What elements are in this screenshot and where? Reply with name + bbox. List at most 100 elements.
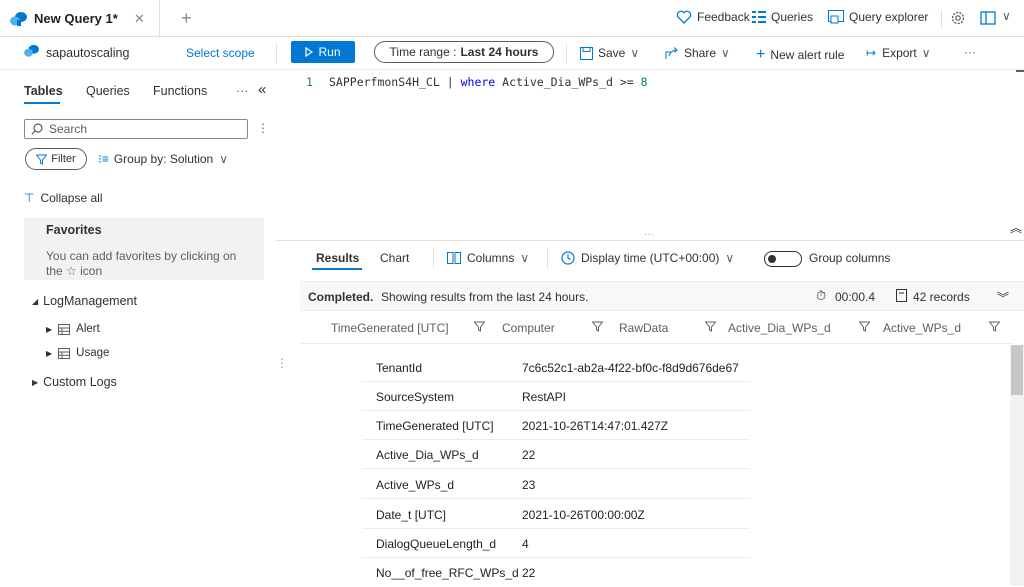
display-time-label: Display time (UTC+00:00) (581, 251, 720, 265)
expand-status-icon[interactable]: ︾ (997, 289, 1009, 306)
alert-label: Alert (76, 323, 100, 335)
group-by-button[interactable]: ⁝≡ Group by: Solution ∨ (98, 152, 228, 166)
group-columns-toggle[interactable] (764, 251, 802, 267)
filter-label: Filter (51, 153, 76, 165)
group-columns-label: Group columns (809, 251, 891, 265)
display-time-chevron-down-icon: ∨ (725, 251, 735, 265)
run-button[interactable]: Run (291, 41, 355, 63)
query-explorer-label: Query explorer (849, 10, 929, 24)
share-chevron-down-icon: ∨ (721, 46, 730, 60)
collapse-pane-icon[interactable]: « (258, 81, 266, 98)
feedback-label: Feedback (697, 10, 750, 24)
save-button[interactable]: Save ∨ (580, 46, 639, 60)
filter-icon[interactable] (592, 321, 603, 332)
table-icon (58, 323, 71, 335)
new-alert-rule-button[interactable]: + New alert rule (756, 46, 844, 64)
log-analytics-icon (10, 11, 28, 27)
save-chevron-down-icon: ∨ (630, 46, 640, 60)
filter-icon[interactable] (859, 321, 870, 332)
queries-label: Queries (771, 10, 814, 24)
queries-button[interactable]: Queries (752, 10, 813, 24)
filter-icon[interactable] (989, 321, 1000, 332)
tab-chart[interactable]: Chart (380, 251, 409, 265)
time-range-value: Last 24 hours (460, 45, 539, 59)
layout-chevron-down-icon[interactable]: ∨ (1002, 9, 1011, 23)
tab-results[interactable]: Results (316, 251, 359, 265)
settings-gear-icon[interactable] (950, 10, 966, 26)
share-button[interactable]: Share ∨ (665, 46, 730, 60)
share-icon (665, 46, 684, 60)
detail-row: Active_Dia_WPs_d 22 (362, 440, 750, 469)
divider (276, 44, 277, 64)
save-label: Save (598, 46, 626, 60)
tree-item-usage[interactable]: ▶ Usage (46, 347, 109, 359)
query-tab[interactable]: New Query 1* ✕ (0, 0, 160, 37)
search-options-icon[interactable]: ⋮ (257, 121, 269, 135)
run-label: Run (318, 45, 341, 59)
more-options-icon[interactable]: ··· (964, 45, 976, 59)
search-input[interactable]: Search (24, 119, 248, 139)
column-header-timegenerated[interactable]: TimeGenerated [UTC] (331, 321, 449, 335)
column-header-rawdata[interactable]: RawData (619, 321, 668, 335)
detail-key: TenantId (376, 361, 423, 375)
layout-icon[interactable] (980, 10, 996, 26)
tab-functions[interactable]: Functions (153, 84, 207, 98)
column-header-active-wps[interactable]: Active_WPs_d (883, 321, 961, 335)
more-tabs-icon[interactable]: ··· (236, 84, 249, 98)
filter-button[interactable]: Filter (25, 148, 87, 170)
collapse-all-button[interactable]: ⊤ Collapse all (24, 191, 103, 205)
select-scope-link[interactable]: Select scope (186, 46, 255, 60)
table-icon (58, 347, 71, 359)
detail-row: TimeGenerated [UTC] 2021-10-26T14:47:01.4… (362, 411, 750, 440)
tab-tables[interactable]: Tables (24, 84, 63, 98)
splitter-handle[interactable]: ··· (644, 229, 654, 240)
log-management-label: LogManagement (43, 294, 137, 308)
plus-icon: + (756, 46, 766, 63)
divider (547, 248, 548, 268)
query-condition: Active_Dia_WPs_d >= (502, 75, 634, 89)
query-explorer-icon (828, 10, 849, 24)
export-button[interactable]: ↦ Export ∨ (866, 46, 931, 60)
play-icon (305, 47, 314, 57)
add-tab-icon[interactable]: + (181, 8, 192, 29)
timer-icon: ⏱ (816, 288, 827, 303)
divider (566, 44, 567, 64)
results-selected-indicator (312, 268, 362, 270)
tree-log-management[interactable]: ◢ LogManagement (32, 294, 137, 308)
tree-custom-logs[interactable]: ▶ Custom Logs (32, 375, 117, 389)
column-header-computer[interactable]: Computer (502, 321, 555, 335)
columns-chevron-down-icon: ∨ (520, 251, 530, 265)
filter-icon[interactable] (705, 321, 716, 332)
query-table: SAPPerfmonS4H_CL (329, 75, 440, 89)
tree-item-alert[interactable]: ▶ Alert (46, 323, 100, 335)
column-header-active-dia-wps[interactable]: Active_Dia_WPs_d (728, 321, 831, 335)
tab-queries[interactable]: Queries (86, 84, 130, 98)
search-placeholder: Search (49, 122, 88, 136)
feedback-button[interactable]: Feedback (676, 10, 750, 24)
pane-resize-handle[interactable]: ⋮ (276, 356, 288, 370)
detail-key: Active_Dia_WPs_d (376, 448, 479, 462)
group-by-icon: ⁝≡ (98, 152, 109, 166)
detail-row: TenantId 7c6c52c1-ab2a-4f22-bf0c-f8d9d676… (362, 353, 750, 382)
detail-value: RestAPI (522, 390, 567, 404)
time-range-label: Time range : (389, 45, 457, 59)
query-explorer-button[interactable]: Query explorer (828, 10, 928, 24)
custom-logs-label: Custom Logs (43, 375, 117, 389)
editor-results-divider (276, 240, 1024, 241)
close-tab-icon[interactable]: ✕ (134, 11, 145, 27)
collapse-editor-icon[interactable]: ︽ (1010, 219, 1022, 236)
query-editor[interactable]: 1 SAPPerfmonS4H_CL | where Active_Dia_WP… (276, 70, 1024, 240)
queries-icon (752, 11, 771, 23)
filter-icon[interactable] (474, 321, 485, 332)
scrollbar-thumb[interactable] (1011, 345, 1023, 395)
collapsed-caret-icon: ▶ (46, 324, 53, 334)
divider (433, 248, 434, 268)
time-range-button[interactable]: Time range : Last 24 hours (374, 41, 554, 63)
toggle-knob (768, 255, 776, 263)
display-time-button[interactable]: Display time (UTC+00:00) ∨ (561, 251, 734, 265)
scope-name: sapautoscaling (46, 46, 130, 60)
export-chevron-down-icon: ∨ (921, 46, 931, 60)
columns-button[interactable]: Columns ∨ (447, 251, 529, 265)
detail-value: 7c6c52c1-ab2a-4f22-bf0c-f8d9d676de67 (522, 361, 739, 375)
new-alert-rule-label: New alert rule (770, 48, 845, 62)
